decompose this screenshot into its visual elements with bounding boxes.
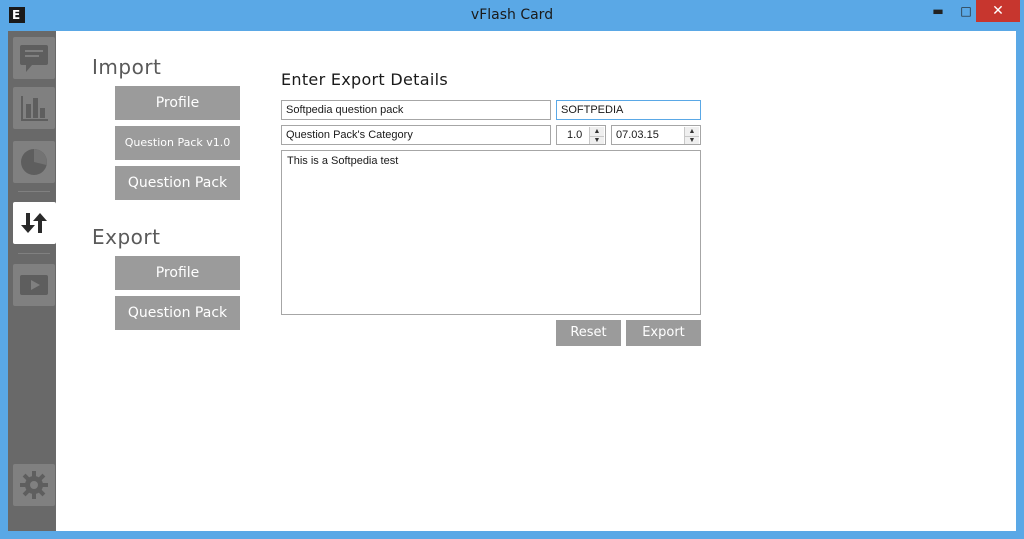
form-title: Enter Export Details [281, 70, 448, 89]
bar-chart-icon [21, 96, 48, 121]
spin-down-icon[interactable]: ▼ [590, 136, 604, 144]
close-button[interactable]: ✕ [976, 0, 1020, 22]
pack-name-field[interactable]: Softpedia question pack [281, 100, 551, 120]
chat-bubble-icon [20, 45, 48, 72]
spin-down-icon[interactable]: ▼ [685, 136, 699, 144]
import-export-arrows-icon [21, 213, 47, 233]
export-button[interactable]: Export [626, 320, 701, 346]
sidebar-divider [18, 191, 50, 192]
export-question-pack-button[interactable]: Question Pack [115, 296, 240, 330]
version-stepper[interactable]: 1.0 ▲ ▼ [556, 125, 606, 145]
pie-chart-icon [21, 149, 47, 175]
author-field[interactable]: SOFTPEDIA [556, 100, 701, 120]
date-picker[interactable]: 07.03.15 ▲ ▼ [611, 125, 701, 145]
minimize-icon: ▬ [932, 4, 944, 18]
app-window: E vFlash Card ▬ □ ✕ Import Profile Quest… [0, 0, 1024, 539]
import-question-pack-button[interactable]: Question Pack [115, 166, 240, 200]
category-field[interactable]: Question Pack's Category [281, 125, 551, 145]
sidebar-divider [18, 253, 50, 254]
sidebar-item-settings[interactable] [13, 464, 55, 506]
date-value: 07.03.15 [616, 129, 659, 141]
gear-icon [20, 471, 48, 499]
export-heading: Export [92, 225, 161, 249]
import-profile-button[interactable]: Profile [115, 86, 240, 120]
import-question-pack-v1-button[interactable]: Question Pack v1.0 [115, 126, 240, 160]
maximize-icon: □ [960, 4, 972, 18]
minimize-button[interactable]: ▬ [924, 0, 952, 22]
export-profile-button[interactable]: Profile [115, 256, 240, 290]
description-textarea[interactable]: This is a Softpedia test [281, 150, 701, 315]
sidebar-item-play[interactable] [13, 264, 55, 306]
sidebar-item-stats[interactable] [13, 87, 55, 129]
window-title: vFlash Card [470, 7, 554, 23]
import-heading: Import [92, 55, 162, 79]
title-bar[interactable]: E vFlash Card ▬ □ ✕ [0, 0, 1024, 32]
version-value: 1.0 [567, 129, 583, 141]
reset-button[interactable]: Reset [556, 320, 621, 346]
sidebar [8, 31, 56, 531]
close-icon: ✕ [992, 3, 1004, 19]
client-area: Import Profile Question Pack v1.0 Questi… [8, 31, 1016, 531]
sidebar-item-progress[interactable] [13, 141, 55, 183]
sidebar-item-chat[interactable] [13, 37, 55, 79]
play-video-icon [20, 275, 48, 295]
sidebar-item-import-export[interactable] [13, 202, 56, 244]
date-spinner[interactable]: ▲ ▼ [684, 127, 699, 144]
version-spinner[interactable]: ▲ ▼ [589, 127, 604, 144]
